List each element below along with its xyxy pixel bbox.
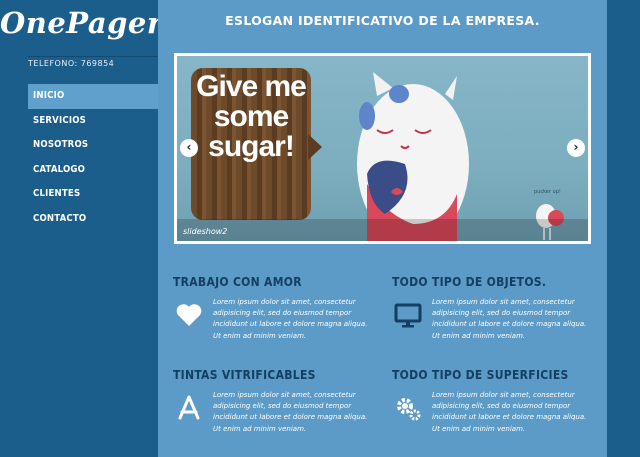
tag-text: pucker up!	[534, 189, 561, 195]
feature-todo-tipo-de-superficies: TODO TIPO DE SUPERFICIES Lorem ipsum dol…	[392, 368, 597, 450]
toy-figure-illustration	[357, 72, 469, 241]
app-store-icon	[178, 395, 200, 420]
feature-text: Lorem ipsum dolor sit amet, consectetur …	[213, 391, 368, 433]
phone-number: TELEFONO: 769854	[28, 56, 158, 68]
feature-text: Lorem ipsum dolor sit amet, consectetur …	[432, 391, 587, 433]
nav-item-contacto[interactable]: CONTACTO	[28, 207, 158, 232]
feature-trabajo-con-amor: TRABAJO CON AMOR Lorem ipsum dolor sit a…	[173, 275, 378, 357]
nav-item-catalogo[interactable]: CATALOGO	[28, 158, 158, 183]
feature-title: TODO TIPO DE OBJETOS.	[392, 275, 547, 289]
feature-text: Lorem ipsum dolor sit amet, consectetur …	[213, 298, 368, 340]
right-edge	[607, 0, 640, 457]
slide-caption: slideshow2	[183, 227, 228, 236]
feature-text: Lorem ipsum dolor sit amet, consectetur …	[432, 298, 587, 340]
chevron-left-icon[interactable]: ‹	[180, 139, 198, 157]
nav-item-nosotros[interactable]: NOSOTROS	[28, 133, 158, 158]
feature-tintas-vitrificables: TINTAS VITRIFICABLES Lorem ipsum dolor s…	[173, 368, 378, 450]
slide-image: Give me some sugar! pucker up! slideshow…	[177, 56, 588, 241]
feature-title: TODO TIPO DE SUPERFICIES	[392, 368, 569, 382]
feature-todo-tipo-de-objetos: TODO TIPO DE OBJETOS. Lorem ipsum dolor …	[392, 275, 597, 357]
nav-item-inicio[interactable]: INICIO	[28, 84, 158, 109]
gears-icon	[397, 398, 421, 421]
monitor-icon	[394, 303, 422, 328]
main-content: ESLOGAN IDENTIFICATIVO DE LA EMPRESA. Gi…	[158, 0, 607, 457]
page-slogan: ESLOGAN IDENTIFICATIVO DE LA EMPRESA.	[225, 13, 540, 28]
sign-text: Give me some sugar!	[196, 70, 307, 163]
feature-title: TINTAS VITRIFICABLES	[173, 368, 316, 382]
nav-item-clientes[interactable]: CLIENTES	[28, 182, 158, 207]
image-slider: Give me some sugar! pucker up! slideshow…	[174, 53, 591, 244]
sidebar: OnePager TELEFONO: 769854 INICIO SERVICI…	[0, 0, 162, 457]
caption-bar	[177, 219, 588, 241]
nav-item-servicios[interactable]: SERVICIOS	[28, 109, 158, 134]
chevron-right-icon[interactable]: ›	[567, 139, 585, 157]
heart-icon	[176, 304, 202, 326]
main-nav: INICIO SERVICIOS NOSOTROS CATALOGO CLIEN…	[28, 84, 158, 231]
feature-title: TRABAJO CON AMOR	[173, 275, 302, 289]
site-logo[interactable]: OnePager	[0, 6, 162, 50]
